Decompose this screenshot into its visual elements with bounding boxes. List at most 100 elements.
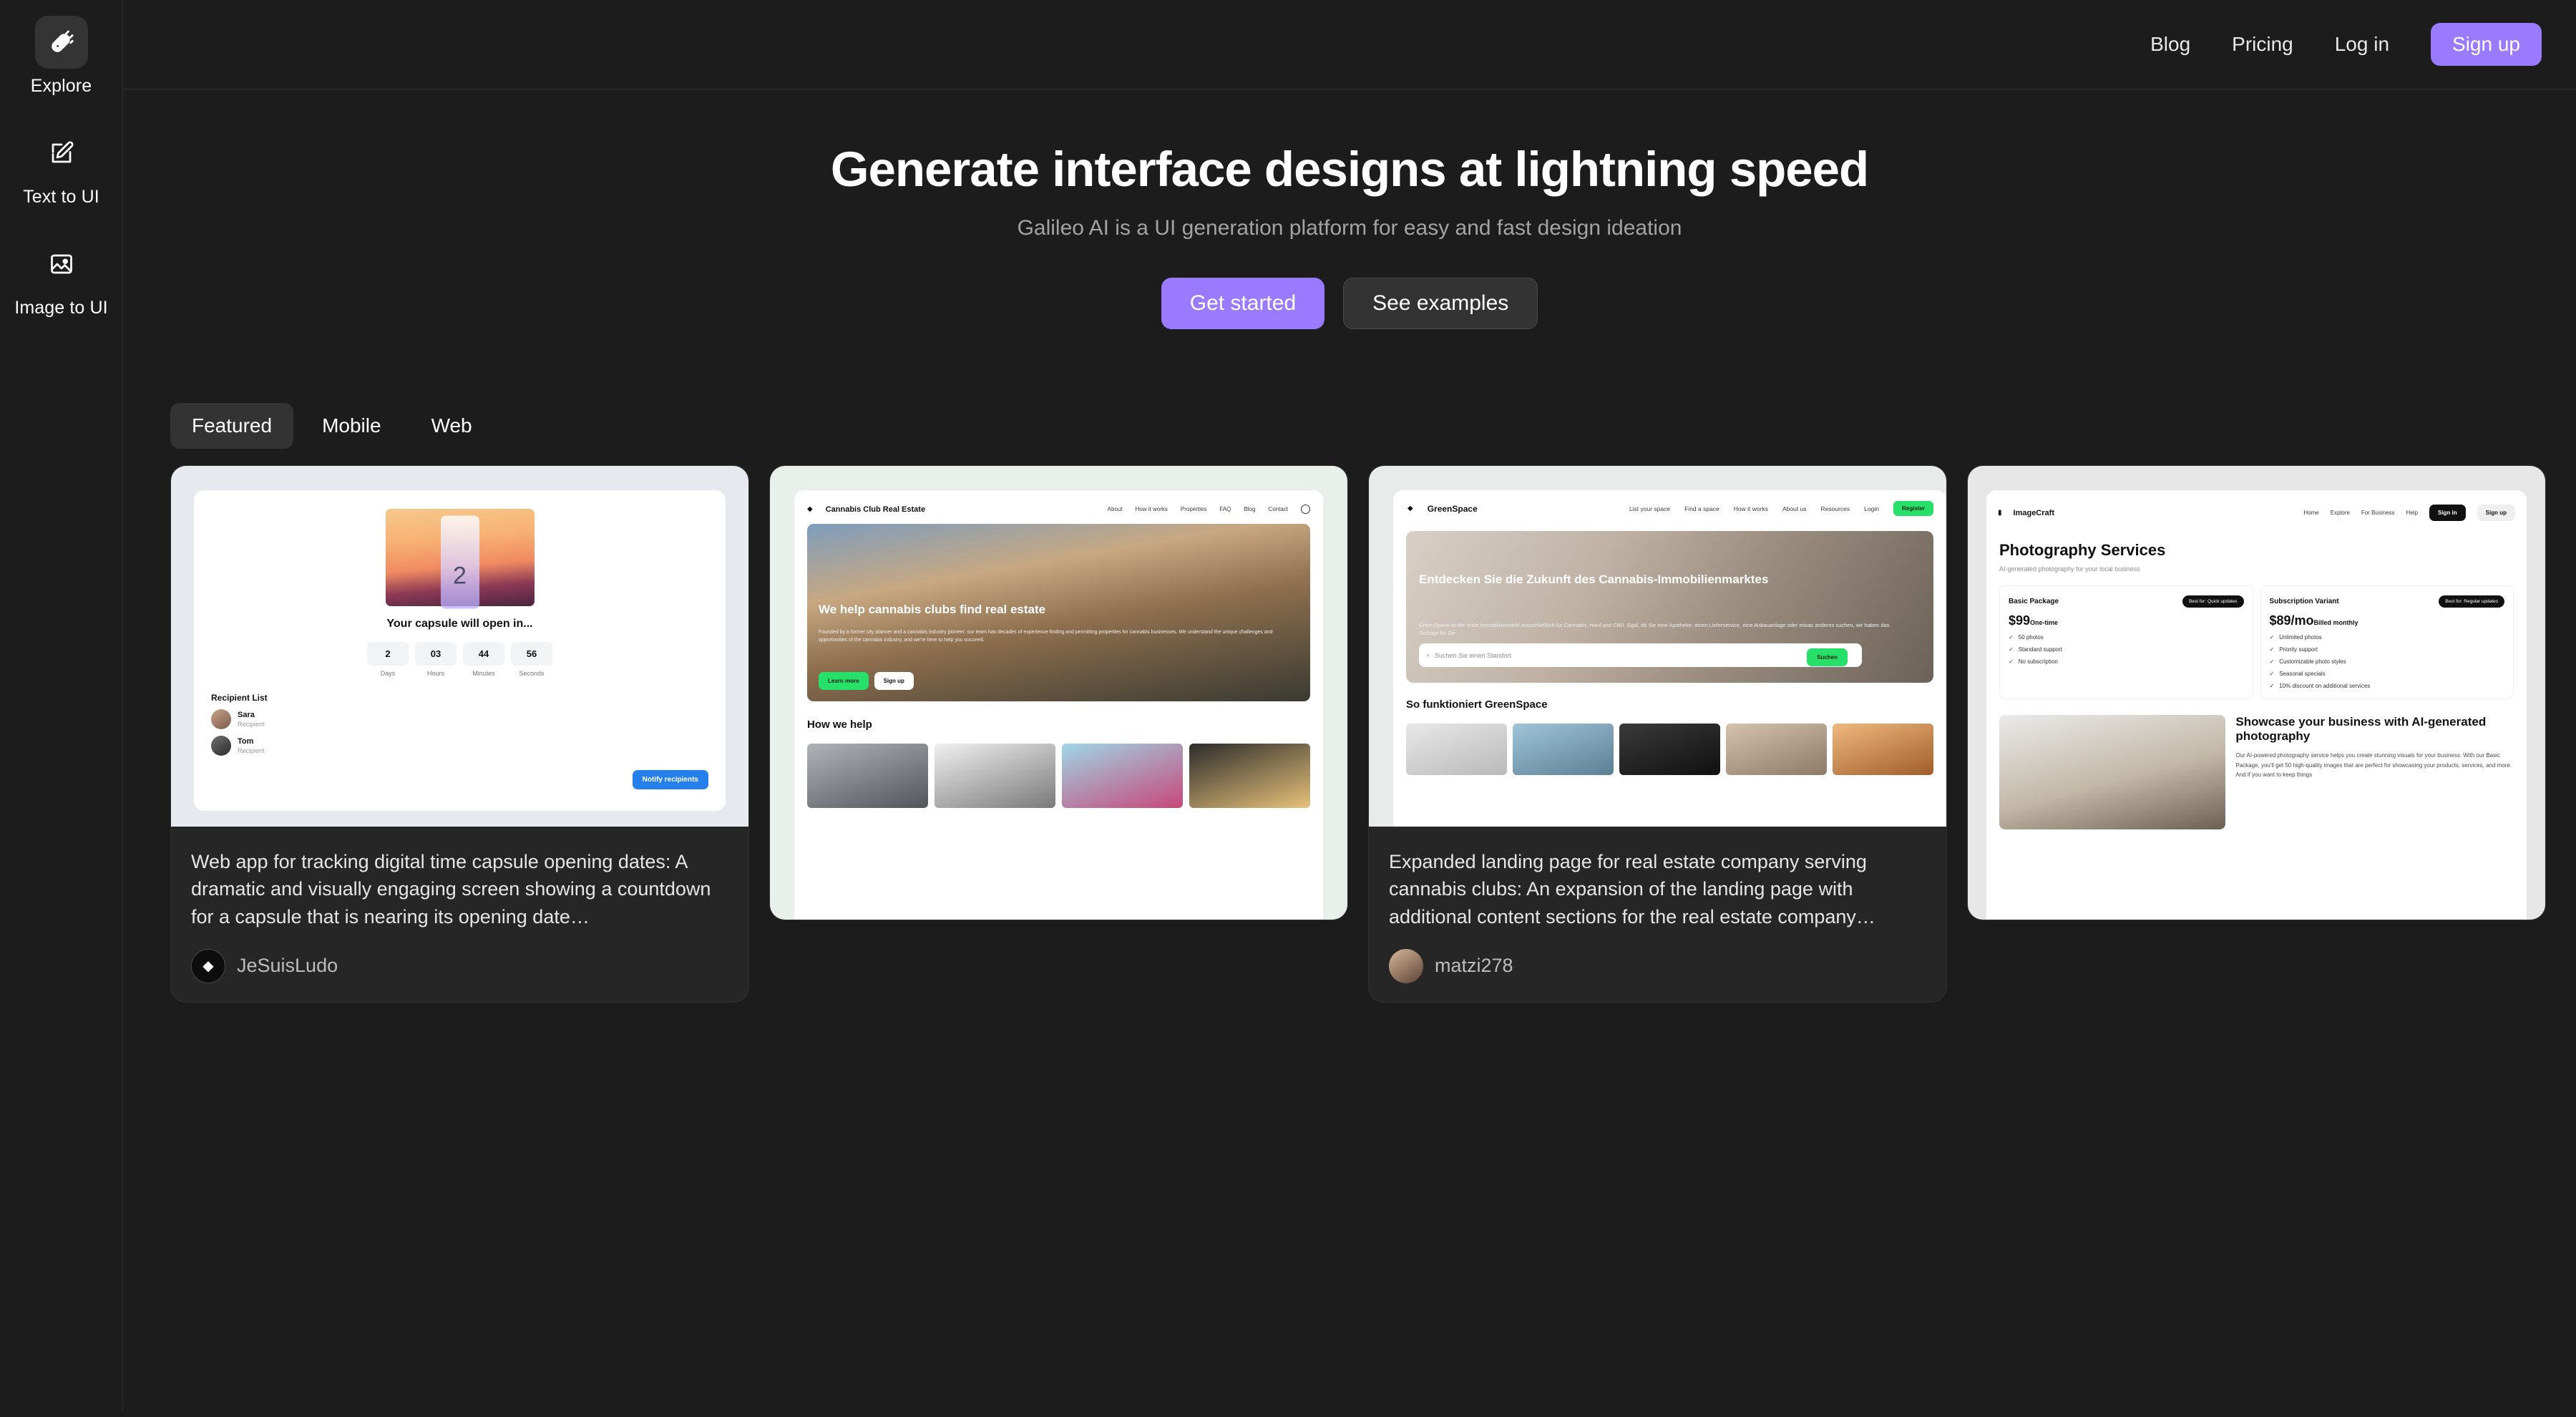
card-author[interactable]: ◆ JeSuisLudo xyxy=(191,948,728,983)
showcase-image xyxy=(1999,715,2226,829)
tab-featured[interactable]: Featured xyxy=(170,403,294,449)
avatar xyxy=(1389,948,1423,983)
register-button: Register xyxy=(1893,501,1933,516)
hero-title: Entdecken Sie die Zukunft des Cannabis-I… xyxy=(1419,573,1769,586)
plan-price: $99 xyxy=(2009,613,2031,628)
see-examples-button[interactable]: See examples xyxy=(1343,278,1538,329)
avatar xyxy=(211,736,231,756)
hero-subtitle: GreenSpace ist der erste Immobilienmarkt… xyxy=(1419,622,1890,637)
nav-item: For Business xyxy=(2361,510,2395,516)
countdown-value: 03 xyxy=(415,642,457,666)
list-item: Sara Recipient xyxy=(211,709,708,729)
page-title: Photography Services xyxy=(1999,541,2166,559)
hero-image: Entdecken Sie die Zukunft des Cannabis-I… xyxy=(1406,531,1933,683)
check-icon: ✓ xyxy=(2009,646,2014,653)
sidebar-item-image-to-ui[interactable]: Image to UI xyxy=(0,238,122,318)
notify-recipients-button: Notify recipients xyxy=(211,770,708,789)
avatar xyxy=(211,709,231,729)
plan-name: Subscription Variant xyxy=(2269,598,2339,605)
brand-name: ImageCraft xyxy=(2013,508,2054,517)
card-preview: Your capsule will open in... 2 Days 03 Hou… xyxy=(171,466,748,827)
card-preview: ◆ GreenSpace List your space Find a spac… xyxy=(1369,466,1946,827)
nav-item: Explore xyxy=(2330,510,2350,516)
recipient-role: Recipient xyxy=(238,746,265,754)
get-started-button[interactable]: Get started xyxy=(1161,278,1325,329)
search-input: ⌕ Suchen Sie einen Standort xyxy=(1419,643,1862,667)
hero-title: We help cannabis clubs find real estate xyxy=(819,603,1046,616)
nav-link-blog[interactable]: Blog xyxy=(2150,33,2190,56)
plan-price: $89/mo xyxy=(2269,613,2314,628)
plan-feature: 10% discount on additional services xyxy=(2279,683,2371,689)
learn-more-button: Learn more xyxy=(819,672,869,690)
sidebar-item-explore[interactable]: Explore xyxy=(0,16,122,97)
capsule-image xyxy=(385,509,535,606)
card-author[interactable]: matzi278 xyxy=(1389,948,1926,983)
hero-image: We help cannabis clubs find real estate … xyxy=(807,524,1310,701)
plan-badge: Best for: Quick updates xyxy=(2182,595,2244,608)
hero-section: Generate interface designs at lightning … xyxy=(123,89,2576,329)
nav-item: Find a space xyxy=(1684,505,1719,512)
mock-navbar: ◆ Cannabis Club Real Estate About How it… xyxy=(794,500,1323,524)
page-subtitle: AI-generated photography for your local … xyxy=(1999,565,2140,573)
nav-item: Login xyxy=(1864,505,1879,512)
section-title: So funktioniert GreenSpace xyxy=(1406,698,1548,711)
nav-link-pricing[interactable]: Pricing xyxy=(2232,33,2293,56)
recipient-name: Sara xyxy=(238,711,255,720)
search-placeholder: Suchen Sie einen Standort xyxy=(1435,651,1512,659)
nav-link-login[interactable]: Log in xyxy=(2335,33,2389,56)
gallery-filter-tabs: Featured Mobile Web xyxy=(170,403,494,449)
check-icon: ✓ xyxy=(2269,671,2275,677)
comet-icon xyxy=(34,16,88,69)
plan-feature: No subscription xyxy=(2018,658,2058,665)
mock-navbar: ▮ ImageCraft Home Explore For Business H… xyxy=(1986,500,2527,532)
showcase-section: Showcase your business with AI-generated… xyxy=(1999,715,2514,829)
plan-feature: Standard support xyxy=(2018,646,2063,653)
nav-item: How it works xyxy=(1733,505,1768,512)
gallery-card-cannabis-real-estate[interactable]: ◆ Cannabis Club Real Estate About How it… xyxy=(769,465,1348,920)
nav-item: Resources xyxy=(1820,505,1850,512)
sign-up-button[interactable]: Sign up xyxy=(2431,23,2542,66)
image-icon xyxy=(35,238,88,291)
author-name: matzi278 xyxy=(1435,955,1513,977)
plan-feature: Unlimited photos xyxy=(2279,634,2322,641)
brand-name: Cannabis Club Real Estate xyxy=(825,505,926,514)
check-icon: ✓ xyxy=(2269,683,2275,689)
plan-price-note: One-time xyxy=(2030,619,2059,626)
capsule-heading: Your capsule will open in... xyxy=(386,618,533,630)
tab-web[interactable]: Web xyxy=(410,403,494,449)
notify-label: Notify recipients xyxy=(632,770,708,789)
card-caption: Expanded landing page for real estate co… xyxy=(1369,827,1946,1002)
plan-feature: Customizable photo styles xyxy=(2279,658,2346,665)
showcase-body: Our AI-powered photography service helps… xyxy=(2235,752,2512,779)
plan-feature: Priority support xyxy=(2279,646,2318,653)
countdown-value: 2 xyxy=(367,642,409,666)
globe-icon xyxy=(1301,505,1310,514)
search-button: Suchen xyxy=(1807,648,1848,666)
countdown-label: Seconds xyxy=(519,670,545,677)
recipient-list-title: Recipient List xyxy=(211,693,268,703)
plan-badge: Best for: Regular updates xyxy=(2439,595,2504,608)
tab-mobile[interactable]: Mobile xyxy=(301,403,402,449)
design-gallery: Your capsule will open in... 2 Days 03 Hou… xyxy=(170,465,2546,1417)
list-item: Tom Recipient xyxy=(211,736,708,756)
check-icon: ✓ xyxy=(2269,646,2275,653)
check-icon: ✓ xyxy=(2009,658,2014,665)
card-preview: ◆ Cannabis Club Real Estate About How it… xyxy=(770,466,1347,920)
sign-up-button: Sign up xyxy=(874,672,914,690)
gallery-card-greenspace[interactable]: ◆ GreenSpace List your space Find a spac… xyxy=(1368,465,1947,1003)
plan-feature: Seasonal specials xyxy=(2279,671,2326,677)
sign-in-button: Sign in xyxy=(2429,505,2466,521)
sidebar-item-text-to-ui[interactable]: Text to UI xyxy=(0,127,122,208)
gallery-card-imagecraft[interactable]: ▮ ImageCraft Home Explore For Business H… xyxy=(1967,465,2546,920)
sign-up-button: Sign up xyxy=(2477,505,2515,521)
sidebar-item-label: Image to UI xyxy=(14,298,108,318)
check-icon: ✓ xyxy=(2269,634,2275,641)
gallery-card-time-capsule[interactable]: Your capsule will open in... 2 Days 03 Hou… xyxy=(170,465,749,1003)
nav-item: How it works xyxy=(1135,506,1168,512)
nav-item: FAQ xyxy=(1219,506,1231,512)
countdown-value: 44 xyxy=(463,642,504,666)
sidebar-item-label: Explore xyxy=(30,76,92,96)
countdown-label: Minutes xyxy=(472,670,495,677)
card-description: Expanded landing page for real estate co… xyxy=(1389,851,1875,927)
nav-item: Contact xyxy=(1268,506,1288,512)
